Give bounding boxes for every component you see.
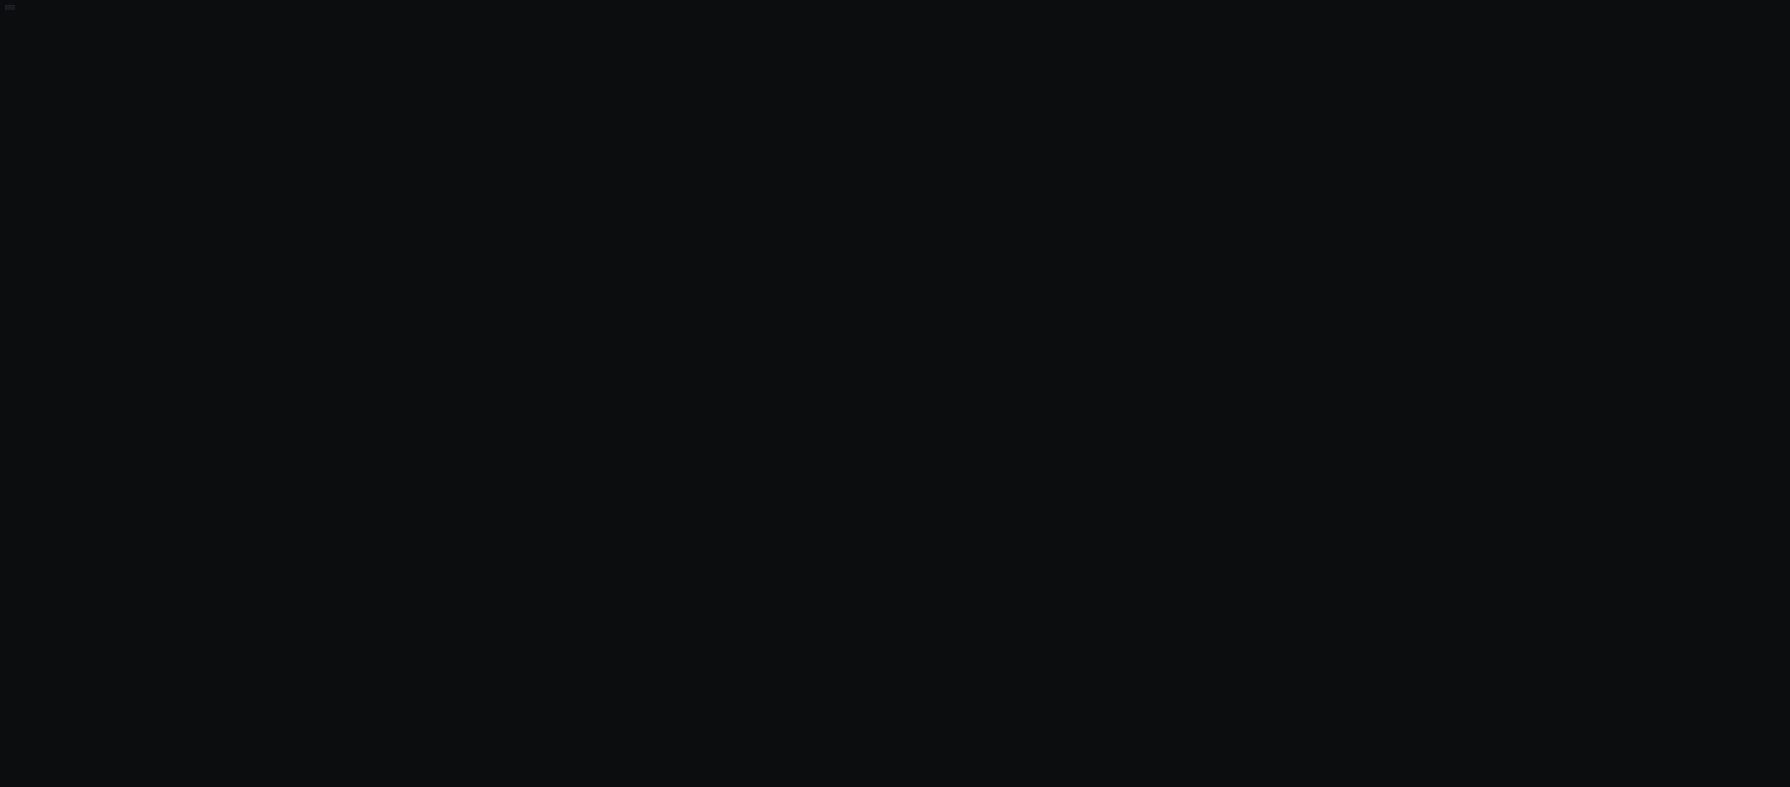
dashboard-row-top: 每秒磁盘读写 244 KiB195 KiB146 KiB98 KiB49 KiB…: [5, 5, 10, 10]
panel-disk-read-write: 每秒磁盘读写 244 KiB195 KiB146 KiB98 KiB49 KiB…: [5, 5, 15, 10]
grafana-dashboard: 每秒磁盘读写 244 KiB195 KiB146 KiB98 KiB49 KiB…: [0, 0, 15, 10]
